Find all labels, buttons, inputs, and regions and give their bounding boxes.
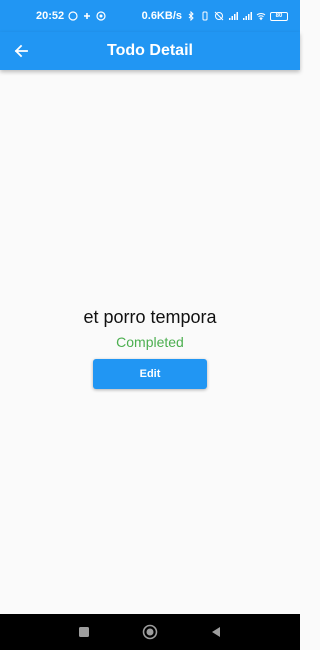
home-button[interactable] bbox=[142, 624, 158, 640]
recents-icon bbox=[79, 627, 89, 637]
arrow-back-icon bbox=[14, 44, 28, 58]
status-bar: 20:52 0.6KB/s 80 bbox=[0, 0, 300, 32]
recents-button[interactable] bbox=[76, 624, 92, 640]
todo-status: Completed bbox=[116, 334, 184, 350]
todo-detail-content: et porro tempora Completed Edit bbox=[0, 70, 300, 614]
signal-4g-icon bbox=[243, 12, 252, 20]
status-time: 20:52 bbox=[36, 10, 65, 22]
status-bar-left: 20:52 bbox=[36, 10, 106, 22]
network-speed: 0.6KB/s bbox=[141, 10, 182, 22]
app-notification-icon bbox=[84, 13, 91, 19]
edit-button[interactable]: Edit bbox=[93, 359, 207, 389]
home-icon bbox=[142, 624, 158, 640]
wifi-icon bbox=[256, 13, 266, 21]
battery-icon: 80 bbox=[270, 11, 288, 21]
todo-title: et porro tempora bbox=[83, 307, 217, 327]
alarm-off-icon bbox=[214, 11, 224, 21]
status-bar-right: 0.6KB/s 80 bbox=[142, 10, 288, 22]
app-bar: Todo Detail bbox=[0, 32, 300, 70]
bluetooth-icon bbox=[188, 11, 194, 21]
page-title: Todo Detail bbox=[107, 42, 193, 59]
vibrate-icon bbox=[202, 11, 208, 21]
back-button[interactable] bbox=[8, 39, 34, 63]
system-nav-bar bbox=[0, 614, 300, 650]
data-saver-icon bbox=[96, 11, 106, 21]
back-triangle-icon bbox=[212, 627, 220, 637]
whatsapp-icon bbox=[68, 11, 78, 21]
back-nav-button[interactable] bbox=[208, 624, 224, 640]
signal-icon bbox=[229, 12, 238, 20]
